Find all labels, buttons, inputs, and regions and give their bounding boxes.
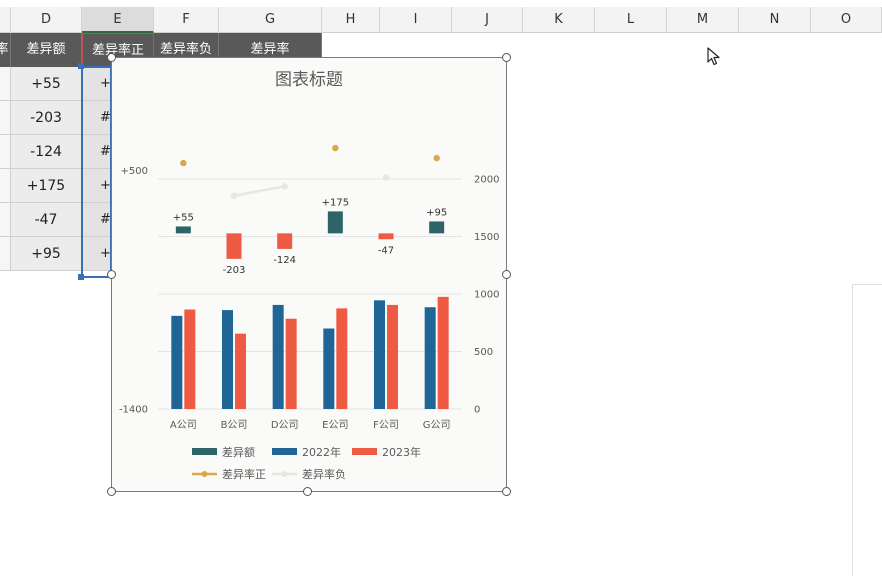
- bar-diff-amount[interactable]: [327, 211, 343, 234]
- column-header-g[interactable]: G: [219, 7, 322, 33]
- side-panel-edge: [852, 284, 882, 576]
- legend-marker[interactable]: [201, 471, 208, 477]
- left-axis-tick-label: +500: [121, 166, 148, 177]
- chart-resize-handle[interactable]: [107, 53, 116, 62]
- bar-2023[interactable]: [235, 333, 246, 409]
- data-label: -47: [378, 245, 394, 256]
- bar-2022[interactable]: [323, 328, 335, 410]
- bar-diff-amount[interactable]: [226, 233, 242, 259]
- left-axis-tick-label: -1400: [119, 405, 148, 416]
- bar-2023[interactable]: [437, 296, 449, 409]
- cell-d[interactable]: +55: [11, 67, 82, 101]
- chart-resize-handle[interactable]: [502, 53, 511, 62]
- data-label: +175: [322, 197, 349, 208]
- bar-2022[interactable]: [272, 304, 284, 409]
- category-label: F公司: [373, 420, 399, 431]
- cell-d[interactable]: -47: [11, 203, 82, 237]
- column-header-o[interactable]: O: [811, 7, 882, 33]
- column-header-l[interactable]: L: [595, 7, 667, 33]
- legend-label[interactable]: 差异额: [222, 445, 255, 459]
- legend-label[interactable]: 差异率负: [302, 467, 346, 481]
- category-label: B公司: [221, 420, 248, 431]
- bar-2023[interactable]: [285, 318, 297, 409]
- bar-2022[interactable]: [424, 307, 436, 409]
- column-header-m[interactable]: M: [667, 7, 739, 33]
- data-label: -203: [223, 265, 246, 276]
- column-header-k[interactable]: K: [523, 7, 595, 33]
- cell-d[interactable]: -124: [11, 135, 82, 169]
- data-label: +95: [426, 207, 447, 218]
- bar-diff-amount[interactable]: [277, 233, 293, 249]
- right-axis-tick-label: 2000: [474, 175, 499, 186]
- mouse-pointer-icon: [707, 47, 720, 66]
- cell-c[interactable]: [0, 169, 11, 203]
- cell-d[interactable]: +175: [11, 169, 82, 203]
- header-cell-partial[interactable]: 率: [0, 33, 11, 67]
- chart-resize-handle[interactable]: [107, 487, 116, 496]
- chart-container[interactable]: 图表标题 0 500 1000 1500 2000 +500 -1400 +55 A公司 -20…: [111, 57, 507, 492]
- column-header-h[interactable]: H: [322, 7, 380, 33]
- cell-c[interactable]: [0, 101, 11, 135]
- right-axis-tick-label: 1000: [474, 290, 499, 301]
- legend-label[interactable]: 2023年: [382, 445, 421, 459]
- cell-c[interactable]: [0, 135, 11, 169]
- diff-rate-neg-line[interactable]: [233, 185, 285, 197]
- right-axis-tick-label: 500: [474, 347, 493, 358]
- category-label: A公司: [170, 420, 197, 431]
- selection-handle[interactable]: [78, 274, 84, 280]
- combo-chart[interactable]: 图表标题 0 500 1000 1500 2000 +500 -1400 +55 A公司 -20…: [112, 58, 506, 491]
- legend-swatch[interactable]: [192, 448, 217, 455]
- bar-diff-amount[interactable]: [378, 233, 394, 240]
- chart-resize-handle[interactable]: [303, 487, 312, 496]
- column-header-n[interactable]: N: [739, 7, 811, 33]
- diff-rate-pos-point[interactable]: [433, 154, 440, 162]
- category-label: D公司: [271, 420, 299, 431]
- data-label: +55: [173, 212, 194, 223]
- data-label: -124: [273, 255, 296, 266]
- column-header-d[interactable]: D: [11, 7, 82, 33]
- legend-label[interactable]: 2022年: [302, 445, 341, 459]
- right-axis-tick-label: 0: [474, 405, 480, 416]
- chart-resize-handle[interactable]: [107, 270, 116, 279]
- header-cell-diff-amount[interactable]: 差异额: [11, 33, 82, 67]
- bar-2022[interactable]: [222, 310, 233, 409]
- bar-2023[interactable]: [387, 304, 398, 409]
- cell-c[interactable]: [0, 203, 11, 237]
- legend-swatch[interactable]: [272, 448, 297, 455]
- chart-resize-handle[interactable]: [502, 270, 511, 279]
- spreadsheet: D E F G H I J K L M N O 率 差异额 差异率正 差异率负 …: [0, 0, 882, 576]
- diff-rate-pos-point[interactable]: [332, 144, 339, 152]
- column-header-c[interactable]: [0, 7, 11, 33]
- bar-diff-amount[interactable]: [175, 226, 191, 234]
- bar-2022[interactable]: [374, 300, 385, 409]
- bar-2023[interactable]: [336, 308, 348, 409]
- diff-rate-neg-point[interactable]: [382, 174, 390, 181]
- bar-diff-amount[interactable]: [429, 221, 445, 234]
- legend-label[interactable]: 差异率正: [222, 467, 266, 481]
- bar-2022[interactable]: [171, 315, 183, 409]
- chart-title[interactable]: 图表标题: [275, 70, 343, 90]
- bar-2023[interactable]: [184, 309, 196, 409]
- cell-c[interactable]: [0, 237, 11, 271]
- category-label: E公司: [322, 420, 348, 431]
- cell-d[interactable]: -203: [11, 101, 82, 135]
- column-header-j[interactable]: J: [452, 7, 523, 33]
- category-label: G公司: [423, 420, 451, 431]
- column-header-f[interactable]: F: [154, 7, 219, 33]
- right-axis-tick-label: 1500: [474, 232, 499, 243]
- cell-c[interactable]: [0, 67, 11, 101]
- cell-d[interactable]: +95: [11, 237, 82, 271]
- column-header-e[interactable]: E: [82, 7, 154, 33]
- selection-outline: [81, 66, 112, 278]
- column-header-i[interactable]: I: [380, 7, 452, 33]
- selection-handle[interactable]: [78, 63, 84, 69]
- legend-marker[interactable]: [281, 471, 288, 477]
- legend-swatch[interactable]: [352, 448, 377, 455]
- diff-rate-pos-point[interactable]: [180, 159, 187, 167]
- chart-resize-handle[interactable]: [502, 487, 511, 496]
